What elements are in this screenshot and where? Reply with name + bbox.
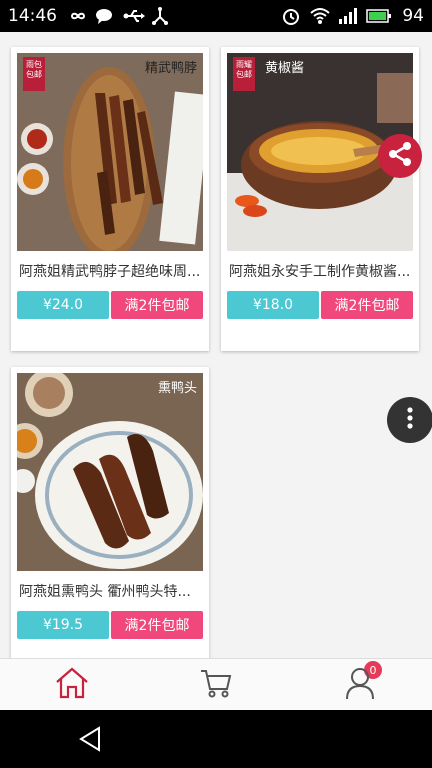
more-options-button[interactable] — [387, 397, 432, 443]
product-name[interactable]: 阿燕姐熏鸭头 衢州鸭头特... — [19, 581, 201, 601]
promo-stamp: 雨耀包邮 — [233, 57, 255, 91]
system-nav-bar — [0, 710, 432, 768]
status-time: 14:46 — [8, 6, 57, 26]
cart-icon — [199, 667, 233, 703]
wifi-icon — [310, 7, 331, 25]
product-card[interactable]: 雨耀包邮 黄椒酱 阿燕姐永安手工制作黄椒酱... ¥18.0 满2件包邮 — [221, 47, 419, 351]
shipping-button[interactable]: 满2件包邮 — [111, 291, 203, 319]
tab-profile[interactable] — [288, 659, 432, 711]
home-icon — [54, 666, 90, 704]
signal-icon — [338, 7, 358, 25]
shipping-button[interactable]: 满2件包邮 — [321, 291, 413, 319]
usb-icon — [123, 7, 145, 25]
share-button[interactable] — [378, 134, 422, 178]
image-watermark: 黄椒酱 — [265, 61, 305, 76]
product-list: 雨包包邮 精武鸭脖 阿燕姐精武鸭脖子超绝味周... ¥24.0 满2件包邮 雨耀… — [0, 32, 432, 671]
share-icon — [386, 140, 414, 172]
alarm-icon — [282, 7, 300, 25]
shipping-button[interactable]: 满2件包邮 — [111, 611, 203, 639]
product-image[interactable]: 雨包包邮 精武鸭脖 — [17, 53, 203, 251]
price-button[interactable]: ¥24.0 — [17, 291, 109, 319]
battery-level: 94 — [402, 6, 424, 26]
price-button[interactable]: ¥18.0 — [227, 291, 319, 319]
product-card[interactable]: 熏鸭头 阿燕姐熏鸭头 衢州鸭头特... ¥19.5 满2件包邮 — [11, 367, 209, 671]
tab-home[interactable] — [0, 659, 144, 711]
tab-cart[interactable]: 0 — [144, 659, 382, 711]
status-bar: 14:46 94 — [0, 0, 432, 32]
image-watermark: 熏鸭头 — [157, 381, 197, 396]
infinity-icon — [67, 7, 86, 25]
network-icon — [151, 7, 169, 25]
price-button[interactable]: ¥19.5 — [17, 611, 109, 639]
promo-stamp: 雨包包邮 — [23, 57, 45, 91]
product-card[interactable]: 雨包包邮 精武鸭脖 阿燕姐精武鸭脖子超绝味周... ¥24.0 满2件包邮 — [11, 47, 209, 351]
product-name[interactable]: 阿燕姐精武鸭脖子超绝味周... — [19, 261, 201, 281]
profile-icon — [344, 666, 376, 704]
back-icon[interactable] — [78, 726, 102, 756]
product-image[interactable]: 熏鸭头 — [17, 373, 203, 571]
more-vertical-icon — [406, 406, 414, 434]
battery-icon — [366, 7, 392, 25]
bottom-tab-bar: 0 — [0, 658, 432, 711]
image-watermark: 精武鸭脖 — [144, 61, 197, 76]
chat-bubble-icon — [95, 7, 113, 25]
product-name[interactable]: 阿燕姐永安手工制作黄椒酱... — [229, 261, 411, 281]
